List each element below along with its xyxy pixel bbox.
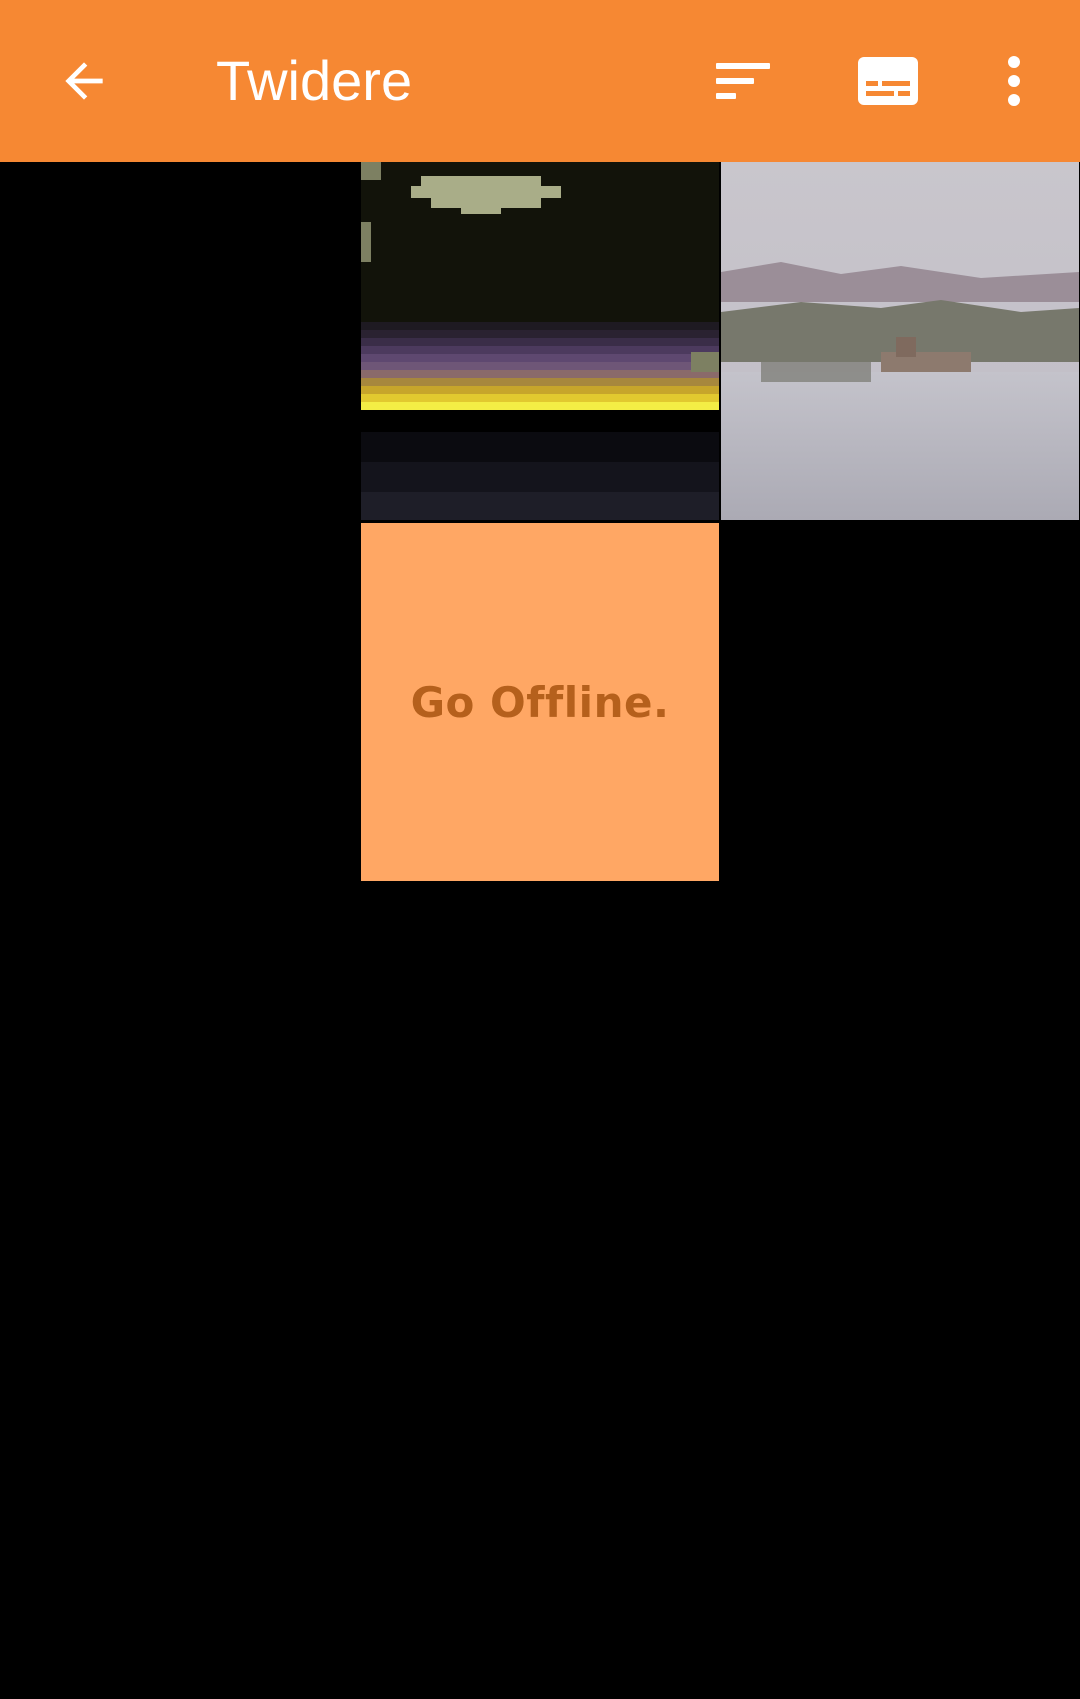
sort-icon (716, 63, 770, 99)
media-tile-1[interactable] (361, 162, 719, 520)
sort-button[interactable] (704, 41, 784, 121)
go-offline-text: Go Offline. (410, 677, 670, 727)
media-tile-2[interactable] (721, 162, 1079, 520)
more-vert-icon (1008, 56, 1020, 106)
subtitles-button[interactable] (848, 41, 928, 121)
subtitles-icon (858, 57, 918, 105)
page-title: Twidere (216, 49, 413, 112)
more-options-button[interactable] (974, 41, 1054, 121)
back-button[interactable] (48, 45, 120, 117)
pixel-sunset-clouds-image (361, 162, 719, 520)
arrow-left-icon (65, 62, 103, 100)
media-tile-3[interactable]: Go Offline. (361, 523, 719, 881)
app-bar: Twidere (0, 0, 1080, 162)
foggy-village-landscape-image (721, 162, 1079, 520)
